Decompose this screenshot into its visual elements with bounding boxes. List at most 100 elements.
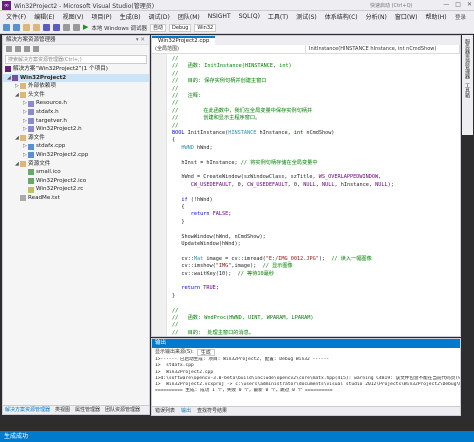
text-file-icon (20, 195, 26, 202)
refresh-icon[interactable] (15, 46, 21, 52)
menu-file[interactable]: 文件(F) (2, 12, 30, 21)
tree-item-file[interactable]: ▷ stdafx.cpp (3, 142, 149, 151)
save-icon[interactable] (43, 24, 50, 31)
tree-item-file[interactable]: ▷ stdafx.h (3, 108, 149, 117)
menu-tools[interactable]: 工具(T) (264, 12, 292, 21)
minimize-button[interactable]: — (443, 1, 449, 8)
collapse-all-icon[interactable] (24, 46, 30, 52)
tree-item-file[interactable]: ▷ Win32Project2.h (3, 125, 149, 134)
project-icon (12, 74, 18, 81)
tab-solution-explorer[interactable]: 解决方案资源管理器 (5, 406, 50, 414)
tab-server-explorer[interactable]: 服务器资源管理器 (464, 39, 471, 79)
tree-item-external-deps[interactable]: ▷ 外部依赖项 (3, 82, 149, 91)
tree-item-file[interactable]: Win32Project2.rc (3, 185, 149, 194)
output-bottom-tabs: 错误列表 输出 查找符号结果 (152, 406, 460, 415)
tab-property-manager[interactable]: 属性管理器 (75, 406, 100, 414)
menu-test[interactable]: 测试(S) (292, 12, 321, 21)
tab-output[interactable]: 输出 (181, 407, 191, 415)
maximize-button[interactable]: □ (455, 1, 461, 8)
code-line: UpdateWindow(hWnd); (172, 241, 241, 247)
menu-project[interactable]: 项目(P) (87, 12, 115, 21)
code-editor: Win32Project2.cpp (全局范围) InitInstance(HI… (151, 35, 461, 337)
quick-launch-input[interactable]: 快速启动 (Ctrl+Q) (370, 2, 413, 9)
login-link[interactable]: 登录 (451, 13, 470, 21)
menu-sql[interactable]: SQL(Q) (235, 13, 264, 20)
mode-select[interactable]: 自动 (149, 23, 166, 32)
forward-icon[interactable] (13, 24, 20, 31)
save-all-icon[interactable] (53, 24, 60, 31)
tab-toolbox[interactable]: 工具箱 (464, 83, 471, 98)
tree-item-resource-files[interactable]: ◢ 资源文件 (3, 160, 149, 169)
code-line: return FALSE; (190, 211, 232, 218)
code-line: cv::waitKey(10); // 等待10毫秒 (172, 270, 274, 277)
configuration-select[interactable]: Debug (168, 23, 192, 32)
menu-team[interactable]: 团队(M) (174, 12, 204, 21)
menu-window[interactable]: 窗口(W) (391, 12, 422, 21)
folder-icon (20, 135, 26, 142)
menu-debug[interactable]: 调试(D) (145, 12, 174, 21)
panel-title: 解决方案资源管理器 (6, 37, 56, 43)
menu-view[interactable]: 视图(V) (59, 12, 88, 21)
undo-icon[interactable] (63, 24, 70, 31)
editor-navigation-bar: (全局范围) InitInstance(HINSTANCE hInstance,… (152, 45, 460, 54)
window-controls: — □ ✕ (443, 1, 472, 8)
code-line: HWND hWnd; (181, 144, 213, 151)
member-dropdown[interactable]: InitInstance(HINSTANCE hInstance, int nC… (306, 45, 460, 53)
tab-team-explorer[interactable]: 团队资源管理器 (105, 406, 140, 414)
code-line: } (172, 292, 176, 299)
back-icon[interactable] (3, 24, 10, 31)
tab-error-list[interactable]: 错误列表 (155, 407, 175, 415)
tab-class-view[interactable]: 类视图 (55, 406, 70, 414)
editor-tabs: Win32Project2.cpp (152, 36, 460, 45)
tree-item-file[interactable]: ReadMe.txt (3, 194, 149, 203)
toolbar: ▶ 本地 Windows 调试器 自动 Debug Win32 (0, 22, 474, 34)
menu-edit[interactable]: 编辑(E) (30, 12, 58, 21)
tree-item-file[interactable]: ▷ targetver.h (3, 117, 149, 126)
menu-help[interactable]: 帮助(H) (421, 12, 450, 21)
menu-nsight[interactable]: NSIGHT (204, 13, 235, 20)
ico-file-icon (28, 169, 34, 176)
tab-win32project2-cpp[interactable]: Win32Project2.cpp (152, 36, 216, 45)
debugger-selector[interactable]: 本地 Windows 调试器 (91, 24, 147, 32)
code-line: if (!hWnd) (181, 196, 213, 203)
close-button[interactable]: ✕ (467, 1, 472, 8)
platform-select[interactable]: Win32 (194, 23, 217, 32)
code-area[interactable]: //// 函数: InitInstance(HINSTANCE, int)///… (152, 54, 460, 336)
start-debugging-icon[interactable]: ▶ (83, 24, 88, 31)
scope-dropdown[interactable]: (全局范围) (152, 45, 306, 53)
tree-item-file[interactable]: Win32Project2.ico (3, 177, 149, 186)
tree-item-file[interactable]: ▷ Resource.h (3, 99, 149, 108)
tree-item-file[interactable]: small.ico (3, 168, 149, 177)
solution-search-input[interactable]: 搜索解决方案资源管理器(Ctrl+;) (5, 55, 147, 64)
new-project-icon[interactable] (23, 24, 30, 31)
pin-icon[interactable]: ▾ ✕ (136, 36, 145, 45)
menu-analyze[interactable]: 分析(N) (362, 12, 391, 21)
solution-tree: 解决方案“Win32Project2”(1 个项目) ◢ Win32Project… (3, 65, 149, 203)
code-line: // 函数: WndProc(HWND, UINT, WPARAM, LPARA… (172, 315, 314, 321)
folder-icon (20, 92, 26, 99)
menu-architecture[interactable]: 体系结构(C) (321, 12, 362, 21)
properties-icon[interactable] (33, 46, 39, 52)
code-line: // (172, 85, 179, 92)
tree-item-source-files[interactable]: ◢ 源文件 (3, 134, 149, 143)
tree-item-file[interactable]: ▷ Win32Project2.cpp (3, 151, 149, 160)
window-title: Win32Project2 - Microsoft Visual Studio(… (14, 2, 155, 10)
output-source-select[interactable]: 生成 (196, 349, 215, 356)
open-file-icon[interactable] (33, 24, 40, 31)
status-text: 生成成功 (4, 433, 29, 440)
code-line: // 目的: 处理主窗口的消息。 (172, 329, 255, 336)
tab-find-symbol-results[interactable]: 查找符号结果 (197, 407, 227, 415)
tree-item-solution[interactable]: 解决方案“Win32Project2”(1 个项目) (3, 65, 149, 74)
status-bar: 生成成功 (0, 431, 474, 442)
redo-icon[interactable] (73, 24, 80, 31)
code-line: // (172, 307, 179, 314)
home-icon[interactable] (6, 46, 12, 52)
code-line: hWnd = CreateWindow(szWindowClass, szTit… (172, 174, 382, 181)
output-header: 输出 (152, 339, 460, 348)
code-line: CW_USEDEFAULT, 0, CW_USEDEFAULT, 0, NULL… (190, 181, 394, 188)
tree-item-project[interactable]: ◢ Win32Project2 (3, 73, 149, 83)
right-side-tabs: 服务器资源管理器 工具箱 (462, 35, 473, 135)
tree-item-header-files[interactable]: ◢ 头文件 (3, 91, 149, 100)
menu-build[interactable]: 生成(B) (116, 12, 145, 21)
code-line: cv::imshow("IMG",image); // 显示图像 (172, 263, 293, 270)
